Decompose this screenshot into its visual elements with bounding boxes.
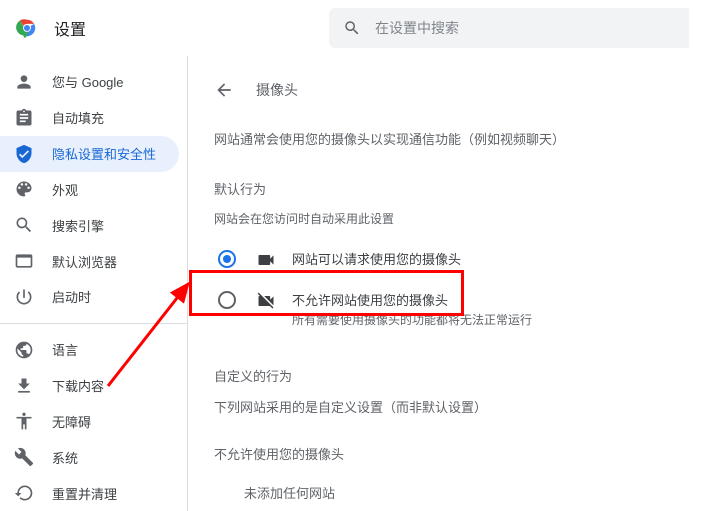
sidebar-item-label: 隐私设置和安全性 (52, 144, 156, 163)
sidebar-item-default-browser[interactable]: 默认浏览器 (0, 243, 179, 279)
radio-label: 网站可以请求使用您的摄像头 (292, 249, 461, 268)
sidebar-item-you-google[interactable]: 您与 Google (0, 64, 179, 100)
search-icon (14, 215, 34, 235)
palette-icon (14, 179, 34, 199)
sidebar-divider (0, 323, 187, 324)
clipboard-icon (14, 108, 34, 128)
accessibility-icon (14, 411, 34, 431)
sidebar-item-on-startup[interactable]: 启动时 (0, 279, 179, 315)
header: 设置 (0, 0, 705, 56)
sidebar-item-label: 外观 (52, 180, 78, 199)
main-content: 摄像头 网站通常会使用您的摄像头以实现通信功能（例如视频聊天） 默认行为 网站会… (188, 56, 705, 511)
search-input[interactable] (375, 20, 675, 36)
power-icon (14, 287, 34, 307)
shield-icon (14, 144, 34, 164)
sidebar-item-label: 重置并清理 (52, 484, 117, 503)
sidebar-item-autofill[interactable]: 自动填充 (0, 100, 179, 136)
block-list-heading: 不允许使用您的摄像头 (214, 444, 705, 463)
back-arrow-icon[interactable] (214, 80, 234, 100)
build-icon (14, 447, 34, 467)
default-behavior-sub: 网站会在您访问时自动采用此设置 (214, 210, 705, 227)
page-title: 设置 (54, 16, 86, 40)
search-icon (343, 19, 361, 37)
radio-label: 不允许网站使用您的摄像头 (292, 290, 532, 309)
default-behavior-heading: 默认行为 (214, 179, 705, 198)
radio-input-checked[interactable] (218, 250, 236, 268)
globe-icon (14, 340, 34, 360)
sidebar-item-label: 无障碍 (52, 412, 91, 431)
sidebar-item-label: 启动时 (52, 287, 91, 306)
custom-behavior-sub: 下列网站采用的是自定义设置（而非默认设置） (214, 397, 705, 416)
sidebar-item-downloads[interactable]: 下载内容 (0, 368, 179, 404)
default-behavior-radio-group: 网站可以请求使用您的摄像头 不允许网站使用您的摄像头 所有需要使用摄像头的功能都… (214, 239, 705, 338)
section-description: 网站通常会使用您的摄像头以实现通信功能（例如视频聊天） (214, 130, 705, 151)
sidebar-item-label: 语言 (52, 340, 78, 359)
sidebar-item-languages[interactable]: 语言 (0, 332, 179, 368)
sidebar-item-label: 默认浏览器 (52, 252, 117, 271)
person-icon (14, 72, 34, 92)
restore-icon (14, 483, 34, 503)
sidebar-item-search-engine[interactable]: 搜索引擎 (0, 207, 179, 243)
empty-list-text: 未添加任何网站 (244, 483, 705, 502)
radio-content: 不允许网站使用您的摄像头 所有需要使用摄像头的功能都将无法正常运行 (256, 290, 532, 328)
radio-content: 网站可以请求使用您的摄像头 (256, 249, 461, 270)
sidebar-item-system[interactable]: 系统 (0, 439, 179, 475)
sidebar-item-appearance[interactable]: 外观 (0, 172, 179, 208)
body: 您与 Google 自动填充 隐私设置和安全性 外观 搜索引擎 默认浏览器 启动… (0, 56, 705, 511)
search-bar[interactable] (329, 8, 689, 48)
camera-icon (256, 250, 276, 270)
sidebar: 您与 Google 自动填充 隐私设置和安全性 外观 搜索引擎 默认浏览器 启动… (0, 56, 188, 511)
radio-sublabel: 所有需要使用摄像头的功能都将无法正常运行 (292, 311, 532, 328)
sidebar-item-label: 系统 (52, 448, 78, 467)
radio-option-ask[interactable]: 网站可以请求使用您的摄像头 (214, 239, 705, 280)
browser-icon (14, 251, 34, 271)
download-icon (14, 376, 34, 396)
radio-option-block[interactable]: 不允许网站使用您的摄像头 所有需要使用摄像头的功能都将无法正常运行 (214, 280, 705, 338)
chrome-logo-icon (16, 17, 38, 39)
camera-off-icon (256, 291, 276, 311)
sidebar-item-accessibility[interactable]: 无障碍 (0, 403, 179, 439)
sidebar-item-privacy[interactable]: 隐私设置和安全性 (0, 136, 179, 172)
sidebar-item-label: 自动填充 (52, 108, 104, 127)
section-title: 摄像头 (256, 80, 298, 100)
sidebar-item-label: 您与 Google (52, 72, 124, 91)
radio-input[interactable] (218, 291, 236, 309)
sidebar-item-label: 搜索引擎 (52, 216, 104, 235)
sidebar-item-reset[interactable]: 重置并清理 (0, 475, 179, 511)
breadcrumb: 摄像头 (214, 70, 705, 110)
sidebar-item-label: 下载内容 (52, 376, 104, 395)
custom-behavior-heading: 自定义的行为 (214, 366, 705, 385)
